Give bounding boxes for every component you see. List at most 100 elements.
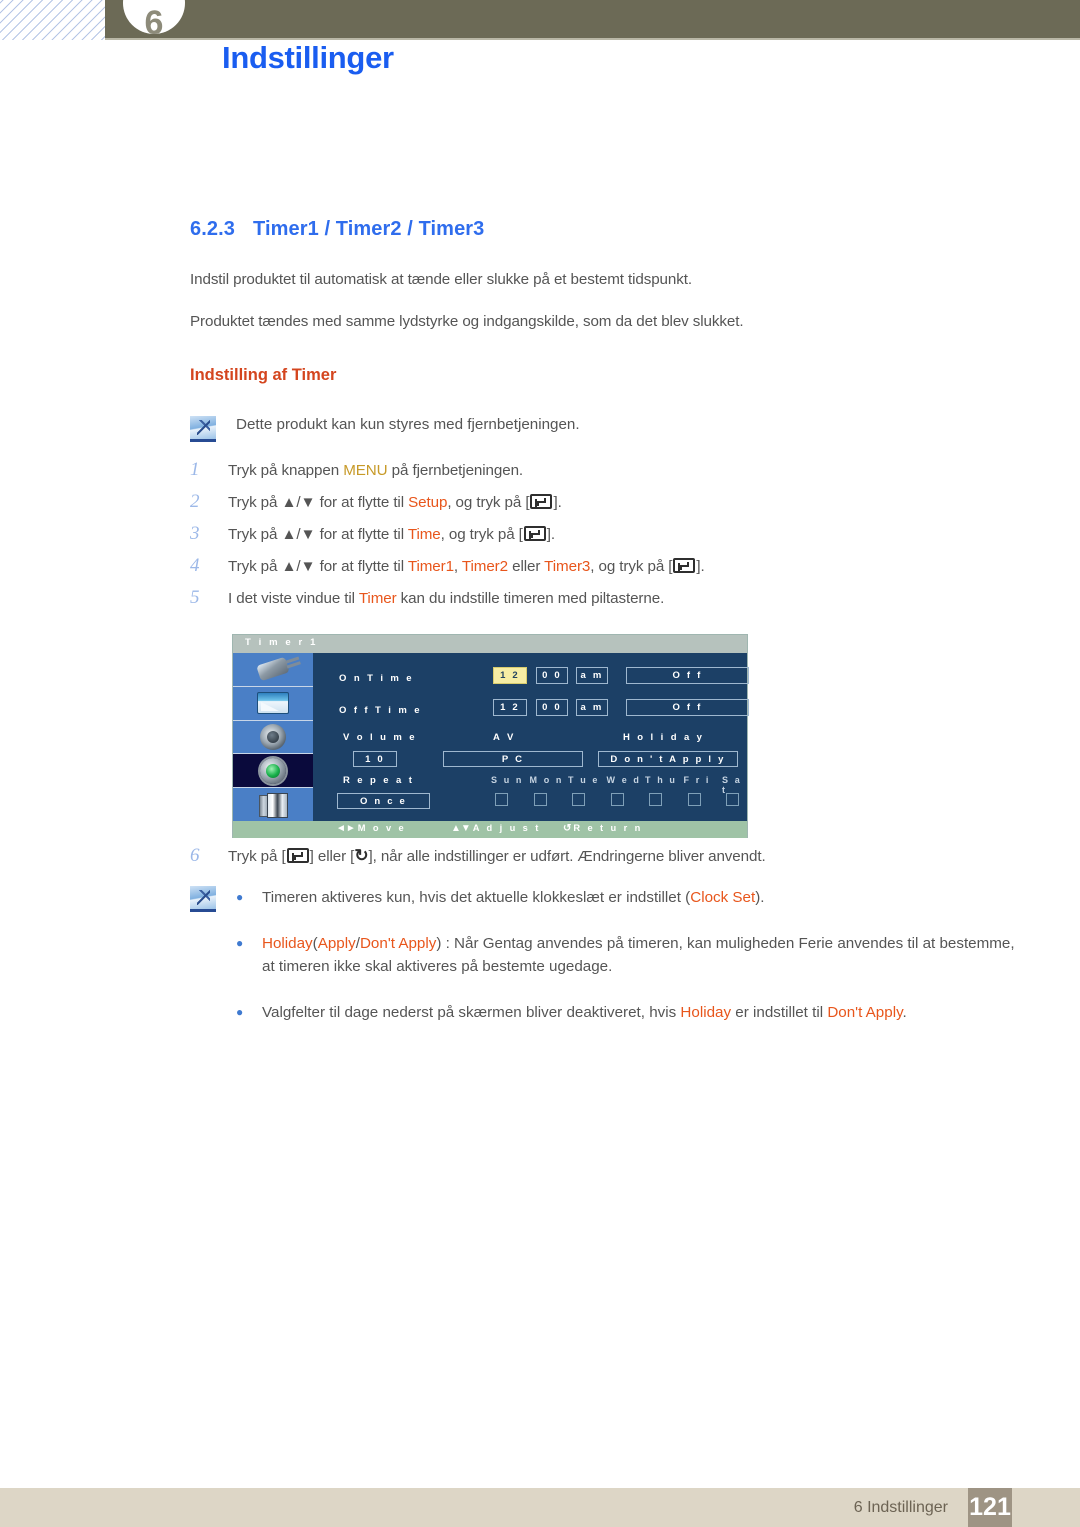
osd-volume-value[interactable]: 1 0 xyxy=(353,751,397,767)
osd-footer-adjust-label: A d j u s t xyxy=(472,823,541,833)
osd-off-time-minute[interactable]: 0 0 xyxy=(536,699,568,716)
header-olive-bar xyxy=(105,0,1080,38)
text-run: , xyxy=(453,558,462,575)
note-top-text: Dette produkt kan kun styres med fjernbe… xyxy=(236,416,580,433)
osd-weekday-checkbox[interactable] xyxy=(495,793,508,806)
osd-weekday-checkbox[interactable] xyxy=(649,793,662,806)
osd-footer-move-label: M o v e xyxy=(357,823,407,833)
osd-weekday-label: T u e xyxy=(568,775,600,785)
text-run: ]. xyxy=(553,494,562,511)
osd-on-time-label: O n T i m e xyxy=(339,673,414,684)
text-run: ], når alle indstillinger er udført. Ænd… xyxy=(368,848,766,865)
text-run: på fjernbetjeningen. xyxy=(387,462,524,479)
page-number-box: 121 xyxy=(968,1488,1012,1527)
step-number: 6 xyxy=(190,845,200,866)
step-number: 2 xyxy=(190,491,200,512)
note-bullet-text: Timeren aktiveres kun, hvis det aktuelle… xyxy=(262,886,765,910)
osd-av-value[interactable]: P C xyxy=(443,751,583,767)
osd-sidebar xyxy=(233,653,313,821)
osd-off-time-label: O f f T i m e xyxy=(339,705,422,716)
osd-sidebar-item-sound[interactable] xyxy=(233,721,313,755)
text-run: , og tryk på [ xyxy=(447,494,530,511)
text-run: ). xyxy=(755,889,765,906)
osd-weekday-checkbox[interactable] xyxy=(726,793,739,806)
osd-off-time-hour[interactable]: 1 2 xyxy=(493,699,527,716)
text-run: Tryk på ▲/▼ for at flytte til xyxy=(228,494,409,511)
instruction-step: 4 Tryk på ▲/▼ for at flytte til Timer1, T… xyxy=(190,555,705,577)
page-number: 121 xyxy=(969,1493,1011,1521)
osd-screenshot: T i m e r 1 O n T i m e 1 2 0 0 a m O f … xyxy=(232,634,749,838)
step-text: Tryk på [] eller [↻], når alle indstilli… xyxy=(228,846,766,866)
instruction-step: 5 I det viste vindue til Timer kan du ind… xyxy=(190,587,705,609)
step-text: Tryk på ▲/▼ for at flytte til Time, og t… xyxy=(228,526,555,543)
step-number: 4 xyxy=(190,555,200,576)
step-number: 5 xyxy=(190,587,200,608)
text-run: Tryk på [ xyxy=(228,848,286,865)
highlight-term: MENU xyxy=(343,462,388,479)
highlight-term: Timer xyxy=(358,590,397,607)
osd-repeat-value[interactable]: O n c e xyxy=(337,793,430,809)
note-pencil-icon xyxy=(190,886,216,912)
osd-sidebar-item-multicontrol[interactable] xyxy=(233,788,313,821)
osd-weekday-label: S u n xyxy=(491,775,524,785)
instruction-step: 1 Tryk på knappen MENU på fjernbetjeninge… xyxy=(190,459,705,481)
step-number: 3 xyxy=(190,523,200,544)
osd-on-time-state[interactable]: O f f xyxy=(626,667,749,684)
instruction-step: 2 Tryk på ▲/▼ for at flytte til Setup, og… xyxy=(190,491,705,513)
osd-off-time-ampm[interactable]: a m xyxy=(576,699,608,716)
osd-holiday-value[interactable]: D o n ' t A p p l y xyxy=(598,751,738,767)
osd-on-time-ampm[interactable]: a m xyxy=(576,667,608,684)
text-run: , og tryk på [ xyxy=(590,558,673,575)
osd-weekday-checkbox[interactable] xyxy=(572,793,585,806)
text-run: . xyxy=(902,1003,907,1021)
highlight-term: Don't Apply xyxy=(827,1003,903,1021)
instruction-step-list: 1 Tryk på knappen MENU på fjernbetjeninge… xyxy=(190,459,705,619)
osd-on-time-hour[interactable]: 1 2 xyxy=(493,667,527,684)
sub-heading: Indstilling af Timer xyxy=(190,366,337,384)
text-run: ] eller [ xyxy=(309,848,355,865)
section-number: 6.2.3 xyxy=(190,218,235,240)
osd-on-time-minute[interactable]: 0 0 xyxy=(536,667,568,684)
osd-footer-return: ↺ R e t u r n xyxy=(563,823,643,834)
enter-key-icon xyxy=(673,558,696,573)
note-bullet: ● Holiday(Apply/Don't Apply) : Når Gentag… xyxy=(236,932,1020,979)
osd-footer-bar: ◄► M o v e ▲▼ A d j u s t ↺ R e t u r n xyxy=(233,821,747,838)
osd-sidebar-item-setup[interactable] xyxy=(233,754,313,789)
highlight-term: Timer3 xyxy=(544,558,591,575)
highlight-term: Timer1 xyxy=(407,558,454,575)
note-bottom: ● Timeren aktiveres kun, hvis det aktuell… xyxy=(190,886,1020,1024)
highlight-term: Apply xyxy=(317,934,356,952)
multi-control-stack-icon xyxy=(259,792,288,818)
bullet-dot-icon: ● xyxy=(236,1004,244,1019)
text-run: Tryk på knappen xyxy=(228,462,344,479)
osd-weekday-label: T h u xyxy=(645,775,677,785)
osd-body: O n T i m e 1 2 0 0 a m O f f O f f T i … xyxy=(233,653,749,821)
osd-weekday-checkbox[interactable] xyxy=(610,793,624,806)
osd-av-label: A V xyxy=(493,732,516,743)
note-pencil-icon xyxy=(190,416,216,442)
osd-sidebar-item-input[interactable] xyxy=(233,653,313,687)
step-text: Tryk på ▲/▼ for at flytte til Setup, og … xyxy=(228,494,562,511)
step-number: 1 xyxy=(190,459,200,480)
highlight-term: Time xyxy=(407,526,441,543)
section-title: Timer1 / Timer2 / Timer3 xyxy=(252,218,485,240)
osd-holiday-label: H o l i d a y xyxy=(623,732,705,743)
osd-weekday-checkbox[interactable] xyxy=(533,793,547,806)
note-bullet: ● Timeren aktiveres kun, hvis det aktuell… xyxy=(236,886,1020,910)
text-run: eller xyxy=(507,558,545,575)
highlight-term: Holiday xyxy=(680,1003,732,1021)
osd-repeat-label: R e p e a t xyxy=(343,775,415,786)
step-text: Tryk på ▲/▼ for at flytte til Timer1, Ti… xyxy=(228,558,705,575)
bullet-dot-icon: ● xyxy=(236,935,244,950)
osd-off-time-state[interactable]: O f f xyxy=(626,699,749,716)
text-run: Tryk på ▲/▼ for at flytte til xyxy=(228,526,408,543)
note-bullet: ● Valgfelter til dage nederst på skærmen … xyxy=(236,1001,1020,1025)
highlight-term: Timer2 xyxy=(461,558,508,575)
text-run: Tryk på ▲/▼ for at flytte til xyxy=(228,558,408,575)
osd-weekday-checkbox[interactable] xyxy=(687,793,701,806)
highlight-term: Clock Set xyxy=(690,889,756,906)
osd-weekday-label: S a t xyxy=(722,775,742,795)
instruction-step-6: 6 Tryk på [] eller [↻], når alle indstill… xyxy=(190,845,766,877)
sound-speaker-icon xyxy=(260,723,286,750)
osd-sidebar-item-picture[interactable] xyxy=(233,687,313,721)
